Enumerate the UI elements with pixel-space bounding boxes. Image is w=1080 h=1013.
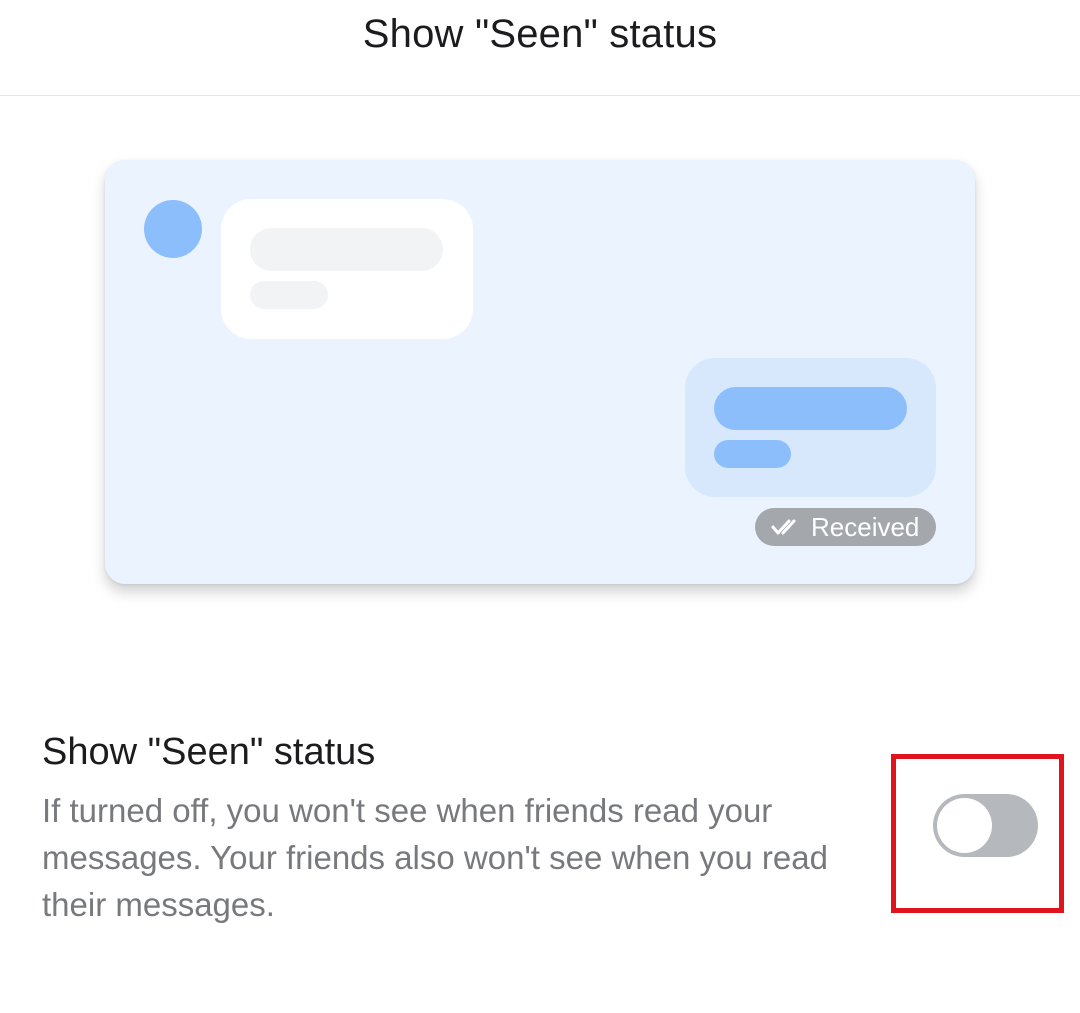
setting-description: If turned off, you won't see when friend… [42,792,828,923]
placeholder-line [714,440,791,468]
show-seen-status-toggle[interactable] [933,794,1038,857]
settings-page: Show "Seen" status Received Show "Seen" … [0,0,1080,1013]
received-status-badge: Received [755,508,936,546]
received-label: Received [811,512,920,542]
double-check-icon [771,518,811,536]
page-title: Show "Seen" status [362,12,718,56]
placeholder-line [714,387,907,430]
placeholder-line [250,281,328,309]
header: Show "Seen" status [0,0,1080,96]
seen-status-illustration: Received [105,160,975,584]
outgoing-message-bubble [685,358,936,497]
toggle-knob [937,798,992,853]
incoming-message-bubble [221,199,473,339]
setting-title: Show "Seen" status [42,731,376,773]
placeholder-line [250,228,443,271]
avatar [144,200,202,258]
